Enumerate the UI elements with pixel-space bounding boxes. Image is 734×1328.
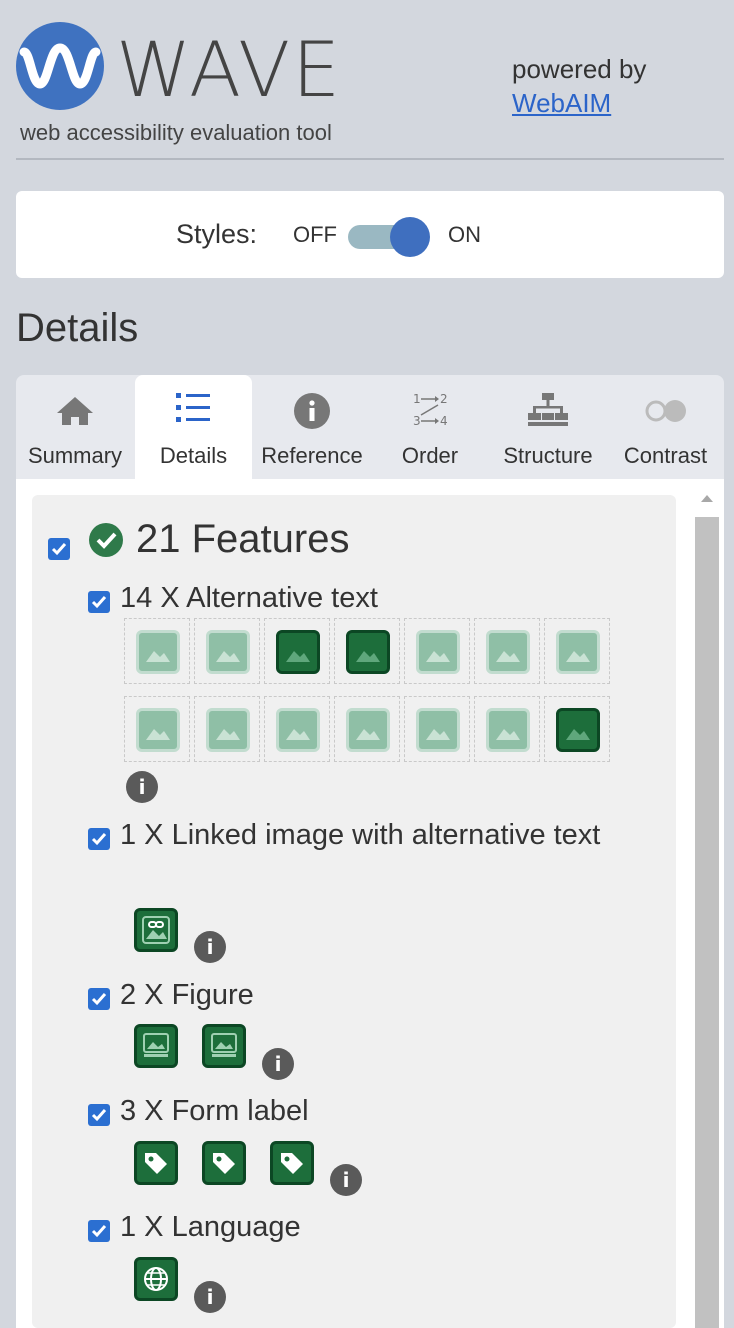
globe-icon[interactable]: [134, 1257, 178, 1301]
tab-label: Contrast: [623, 443, 708, 468]
scrollbar-thumb[interactable]: [695, 517, 719, 1328]
contrast-icon: [645, 400, 686, 422]
alt-text-image-icon[interactable]: [124, 696, 190, 762]
tab-label: Reference: [261, 443, 363, 468]
alt-text-image-icon[interactable]: [404, 696, 470, 762]
tab-label: Order: [401, 443, 459, 468]
wave-panel: WAVE web accessibility evaluation tool p…: [0, 0, 734, 1328]
webaim-link[interactable]: WebAIM: [512, 86, 646, 120]
toggle-off-label: OFF: [293, 222, 337, 247]
order-icon: 1 2 3 4: [413, 392, 448, 428]
info-icon: [294, 393, 330, 429]
logo-text: WAVE: [116, 25, 343, 114]
alternative-text-info-icon[interactable]: i: [126, 771, 158, 803]
svg-text:3: 3: [413, 414, 421, 428]
label-tag-icon[interactable]: [202, 1141, 246, 1185]
alt-text-image-icon[interactable]: [474, 696, 540, 762]
item-title-figure: 2 X Figure: [120, 979, 254, 1011]
item-title-form-label: 3 X Form label: [120, 1095, 309, 1127]
tab-label: Details: [159, 443, 228, 468]
alt-text-image-icon[interactable]: [334, 696, 400, 762]
powered-by: powered by WebAIM: [512, 52, 646, 120]
features-title: 21 Features: [136, 517, 350, 561]
styles-toggle-card: Styles: OFF ON: [16, 191, 724, 278]
tab-bar: Summary Details Reference 1 2 3 4 Order …: [16, 375, 724, 479]
tab-contrast[interactable]: Contrast: [607, 375, 724, 479]
powered-by-label: powered by: [512, 54, 647, 84]
item-title-linked-image: 1 X Linked image with alternative text: [120, 819, 601, 851]
alt-text-image-icon[interactable]: [404, 618, 470, 684]
svg-text:2: 2: [440, 392, 448, 406]
check-circle-icon: [89, 523, 123, 557]
item-checkbox-form-label[interactable]: [88, 1104, 110, 1126]
scrollbar[interactable]: [694, 485, 720, 1328]
alt-text-image-icon[interactable]: [264, 696, 330, 762]
figure-info-icon[interactable]: i: [262, 1048, 294, 1080]
alt-text-image-icon[interactable]: [264, 618, 330, 684]
tagline: web accessibility evaluation tool: [20, 120, 332, 145]
scroll-up-arrow-icon[interactable]: [694, 485, 720, 511]
features-checkbox[interactable]: [48, 538, 70, 560]
tab-order[interactable]: 1 2 3 4 Order: [371, 375, 489, 479]
divider: [16, 158, 724, 160]
header: WAVE web accessibility evaluation tool p…: [0, 0, 734, 160]
figure-icon[interactable]: [202, 1024, 246, 1068]
item-title-alternative-text: 14 X Alternative text: [120, 582, 378, 614]
tab-reference[interactable]: Reference: [253, 375, 371, 479]
alt-text-image-icon[interactable]: [544, 696, 610, 762]
features-panel: 21 Features 14 X Alternative text i 1 X …: [32, 495, 676, 1328]
tab-structure[interactable]: Structure: [489, 375, 607, 479]
styles-toggle-knob[interactable]: [390, 217, 430, 257]
alt-text-image-icon[interactable]: [544, 618, 610, 684]
linked-image-icon[interactable]: [134, 908, 178, 952]
figure-icon[interactable]: [134, 1024, 178, 1068]
label-tag-icon[interactable]: [270, 1141, 314, 1185]
label-tag-icon[interactable]: [134, 1141, 178, 1185]
list-icon: [176, 393, 210, 422]
wave-logo-icon: [19, 43, 101, 89]
item-checkbox-language[interactable]: [88, 1220, 110, 1242]
section-title: Details: [16, 306, 139, 350]
tab-summary[interactable]: Summary: [16, 375, 134, 479]
tab-details[interactable]: Details: [135, 375, 252, 479]
structure-icon: [528, 393, 568, 426]
svg-text:1: 1: [413, 392, 421, 406]
details-content: 21 Features 14 X Alternative text i 1 X …: [16, 479, 724, 1328]
tab-label: Summary: [27, 443, 123, 468]
language-info-icon[interactable]: i: [194, 1281, 226, 1313]
alt-text-image-icon[interactable]: [334, 618, 400, 684]
item-checkbox-figure[interactable]: [88, 988, 110, 1010]
alt-text-image-icon[interactable]: [474, 618, 540, 684]
item-title-language: 1 X Language: [120, 1211, 301, 1243]
styles-label: Styles:: [176, 219, 258, 249]
svg-text:4: 4: [440, 414, 448, 428]
toggle-on-label: ON: [448, 222, 481, 247]
form-label-info-icon[interactable]: i: [330, 1164, 362, 1196]
alt-text-image-icon[interactable]: [124, 618, 190, 684]
item-checkbox-alternative-text[interactable]: [88, 591, 110, 613]
linked-image-info-icon[interactable]: i: [194, 931, 226, 963]
tab-label: Structure: [503, 443, 593, 468]
alt-text-image-icon[interactable]: [194, 696, 260, 762]
alt-text-image-icon[interactable]: [194, 618, 260, 684]
home-icon: [57, 397, 93, 425]
